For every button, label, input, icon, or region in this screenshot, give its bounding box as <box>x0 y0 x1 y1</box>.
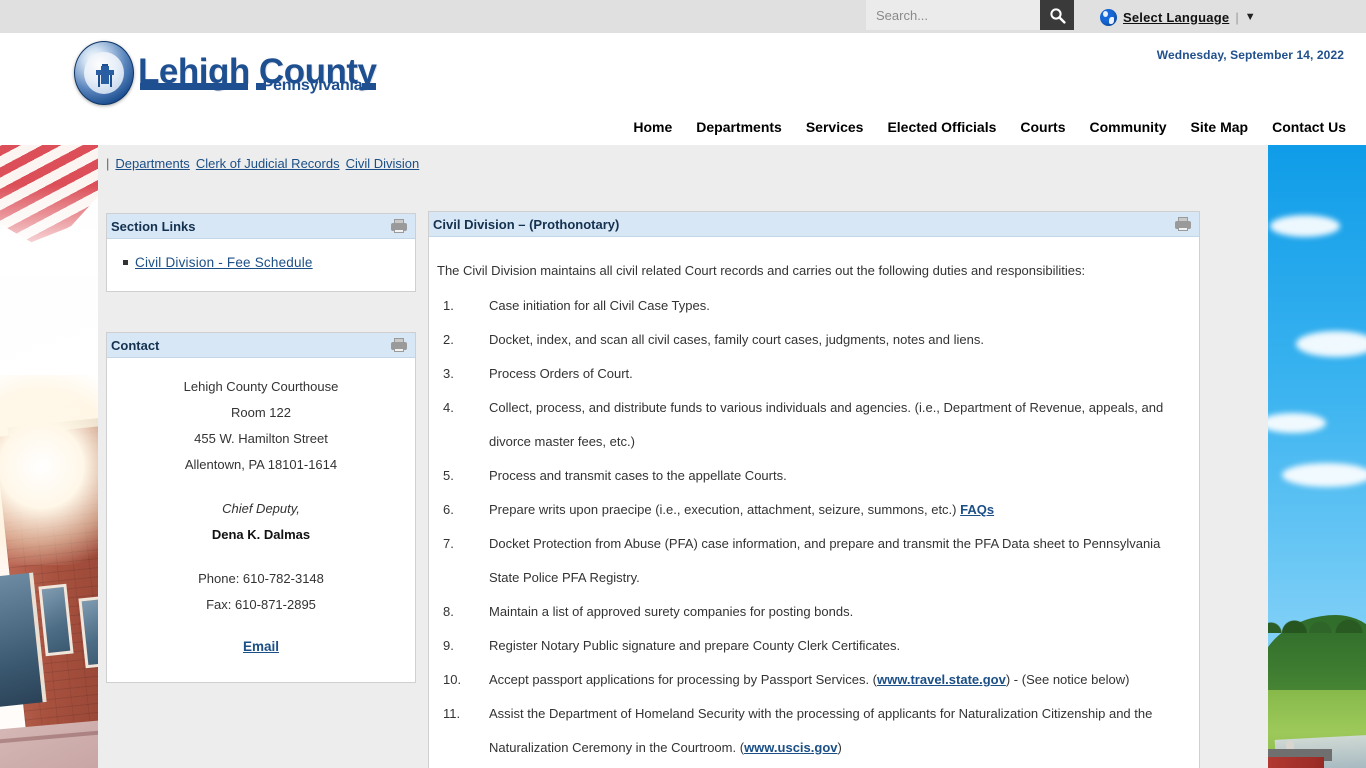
contact-panel: Contact Lehigh County Courthouse Room 12… <box>106 332 416 683</box>
section-links-list: Civil Division - Fee Schedule <box>117 253 405 273</box>
contact-fax: Fax: 610-871-2895 <box>206 597 316 612</box>
nav-item-community[interactable]: Community <box>1090 119 1167 135</box>
logo-wordmark: Lehigh County Pennsylvania <box>138 54 377 94</box>
breadcrumb-leading: | <box>106 156 110 171</box>
printer-icon[interactable] <box>1175 217 1191 231</box>
language-separator: | <box>1235 9 1239 25</box>
globe-icon <box>1100 8 1117 26</box>
nav-item-home[interactable]: Home <box>633 119 672 135</box>
duty-text: Docket, index, and scan all civil cases,… <box>489 332 984 347</box>
duty-item-6: Prepare writs upon praecipe (i.e., execu… <box>437 493 1183 527</box>
section-links-body: Civil Division - Fee Schedule <box>107 239 415 291</box>
contact-body: Lehigh County Courthouse Room 122 455 W.… <box>107 358 415 682</box>
link-travel-state-gov[interactable]: www.travel.state.gov <box>877 672 1006 687</box>
section-links-title: Section Links <box>111 218 196 234</box>
site-logo[interactable]: Lehigh County Pennsylvania <box>74 41 377 105</box>
nav-item-services[interactable]: Services <box>806 119 864 135</box>
intro-paragraph: The Civil Division maintains all civil r… <box>437 263 1086 278</box>
duty-text: Prepare writs upon praecipe (i.e., execu… <box>489 502 961 517</box>
link-uscis-gov[interactable]: www.uscis.gov <box>744 740 837 755</box>
duty-item-5: Process and transmit cases to the appell… <box>437 459 1183 493</box>
nav-item-site-map[interactable]: Site Map <box>1191 119 1249 135</box>
duty-text: Register Notary Public signature and pre… <box>489 638 901 653</box>
duty-text: Case initiation for all Civil Case Types… <box>489 298 710 313</box>
contact-role: Chief Deputy, <box>222 501 300 516</box>
search-input[interactable] <box>866 0 1040 30</box>
contact-name: Dena K. Dalmas <box>211 527 311 542</box>
contact-address-line-3: 455 W. Hamilton Street <box>194 431 328 446</box>
duties-list: Case initiation for all Civil Case Types… <box>437 289 1183 765</box>
duty-text: Maintain a list of approved surety compa… <box>489 604 854 619</box>
list-item: Civil Division - Fee Schedule <box>123 253 405 273</box>
county-seal-icon <box>74 41 134 105</box>
contact-title: Contact <box>111 337 160 353</box>
section-links-header: Section Links <box>107 214 415 239</box>
duty-item-9: Register Notary Public signature and pre… <box>437 629 1183 663</box>
contact-email-link[interactable]: Email <box>243 634 279 660</box>
nav-item-courts[interactable]: Courts <box>1020 119 1065 135</box>
current-date: Wednesday, September 14, 2022 <box>1156 48 1344 62</box>
breadcrumb: | Departments Clerk of Judicial Records … <box>106 156 419 171</box>
breadcrumb-item-clerk-of-judicial-records[interactable]: Clerk of Judicial Records <box>196 156 340 171</box>
sidebar: Section Links Civil Division - Fee Sched… <box>106 213 416 683</box>
logo-line-2: Pennsylvania <box>262 76 363 94</box>
duty-text: Collect, process, and distribute funds t… <box>489 400 1164 449</box>
breadcrumb-item-departments[interactable]: Departments <box>115 156 189 171</box>
page-content-area: | Departments Clerk of Judicial Records … <box>98 145 1268 768</box>
language-selector[interactable]: Select Language | ▼ <box>1100 6 1256 28</box>
nav-item-departments[interactable]: Departments <box>696 119 782 135</box>
contact-address-line-2: Room 122 <box>231 405 291 420</box>
top-utility-bar: Select Language | ▼ <box>0 0 1366 33</box>
main-content-body: The Civil Division maintains all civil r… <box>429 237 1199 768</box>
duty-text: Accept passport applications for process… <box>489 672 878 687</box>
printer-icon[interactable] <box>391 219 407 233</box>
duty-item-2: Docket, index, and scan all civil cases,… <box>437 323 1183 357</box>
duty-text: Process and transmit cases to the appell… <box>489 468 787 483</box>
printer-icon[interactable] <box>391 338 407 352</box>
seal-cross-icon <box>96 66 114 84</box>
link-civil-division-fee-schedule[interactable]: Civil Division - Fee Schedule <box>135 255 313 270</box>
contact-phone: Phone: 610-782-3148 <box>198 571 324 586</box>
decorative-photo-left: C <box>0 145 98 768</box>
breadcrumb-item-civil-division[interactable]: Civil Division <box>346 156 420 171</box>
contact-header: Contact <box>107 333 415 358</box>
main-content-header: Civil Division – (Prothonotary) <box>429 212 1199 237</box>
page-title: Civil Division – (Prothonotary) <box>433 216 620 232</box>
duty-item-4: Collect, process, and distribute funds t… <box>437 391 1183 459</box>
duty-item-8: Maintain a list of approved surety compa… <box>437 595 1183 629</box>
chevron-down-icon[interactable]: ▼ <box>1245 11 1256 23</box>
logo-bar-left <box>140 82 248 90</box>
decorative-photo-right <box>1268 145 1366 768</box>
site-header: Lehigh County Pennsylvania Wednesday, Se… <box>0 33 1366 145</box>
duty-item-10: Accept passport applications for process… <box>437 663 1183 697</box>
duty-text-after: ) - (See notice below) <box>1005 672 1130 687</box>
select-language-label[interactable]: Select Language <box>1123 10 1229 25</box>
duty-item-11: Assist the Department of Homeland Securi… <box>437 697 1183 765</box>
duty-item-3: Process Orders of Court. <box>437 357 1183 391</box>
logo-bar-right <box>362 82 377 90</box>
search-button[interactable] <box>1040 0 1074 30</box>
main-navigation: Home Departments Services Elected Offici… <box>633 119 1346 135</box>
duty-text: Docket Protection from Abuse (PFA) case … <box>489 536 1161 585</box>
nav-item-elected-officials[interactable]: Elected Officials <box>887 119 996 135</box>
link-faqs[interactable]: FAQs <box>960 502 994 517</box>
search-box[interactable] <box>866 0 1040 30</box>
main-content-panel: Civil Division – (Prothonotary) The Civi… <box>428 211 1200 768</box>
duty-text-after: ) <box>837 740 842 755</box>
duty-item-7: Docket Protection from Abuse (PFA) case … <box>437 527 1183 595</box>
nav-item-contact-us[interactable]: Contact Us <box>1272 119 1346 135</box>
duty-item-1: Case initiation for all Civil Case Types… <box>437 289 1183 323</box>
red-barn-image <box>1268 757 1324 768</box>
contact-address-line-4: Allentown, PA 18101-1614 <box>184 457 338 472</box>
section-links-panel: Section Links Civil Division - Fee Sched… <box>106 213 416 292</box>
duty-text: Process Orders of Court. <box>489 366 633 381</box>
contact-address-line-1: Lehigh County Courthouse <box>183 379 339 394</box>
